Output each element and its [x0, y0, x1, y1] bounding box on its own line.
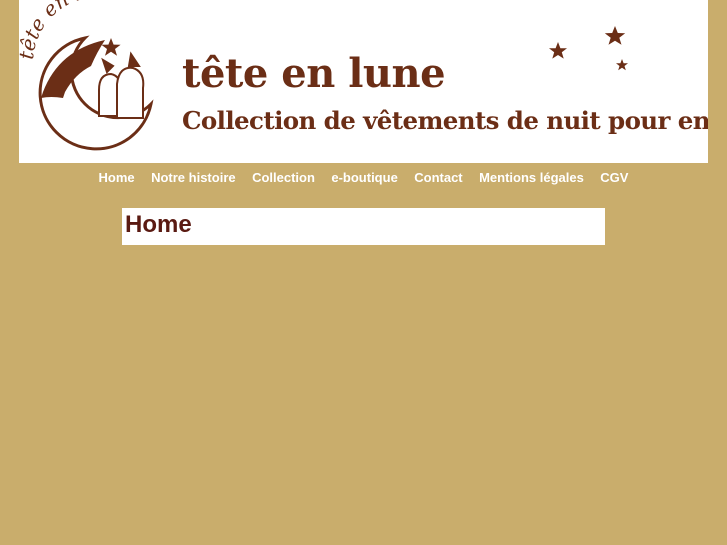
- site-title: tête en lune: [182, 50, 446, 97]
- nav-item-collection[interactable]: Collection: [246, 170, 321, 185]
- main-nav: Home Notre histoire Collection e-boutiqu…: [0, 169, 727, 187]
- page-title: Home: [125, 211, 192, 238]
- nav-item-home[interactable]: Home: [93, 170, 141, 185]
- page: tête en lune: [0, 0, 727, 545]
- content-header-box: Home: [122, 208, 605, 245]
- nav-item-cgv[interactable]: CGV: [594, 170, 634, 185]
- decor-stars-icon: [549, 26, 628, 71]
- nav-item-mentions-legales[interactable]: Mentions légales: [473, 170, 590, 185]
- site-tagline: Collection de vêtements de nuit pour enf…: [182, 106, 708, 135]
- nav-item-contact[interactable]: Contact: [408, 170, 468, 185]
- children-figures-icon: [98, 51, 145, 119]
- header-banner: tête en lune: [19, 0, 708, 163]
- nav-item-notre-histoire[interactable]: Notre histoire: [145, 170, 242, 185]
- nav-item-e-boutique[interactable]: e-boutique: [325, 170, 403, 185]
